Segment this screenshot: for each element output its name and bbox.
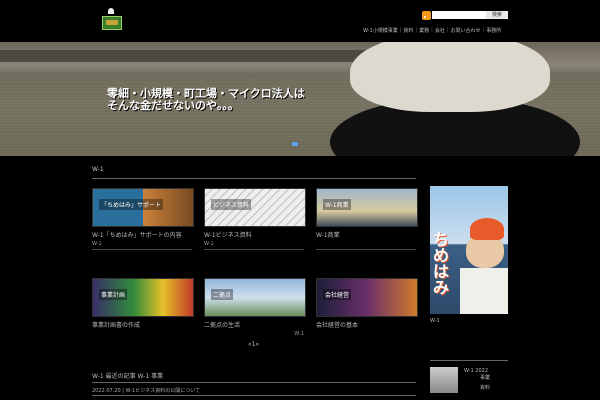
post-card[interactable]: 二拠点 二拠点の生活 W-1 bbox=[204, 278, 306, 337]
thumb-label: 「ちめはみ」サポート bbox=[99, 199, 164, 210]
card-rule bbox=[92, 249, 192, 250]
nav-separator: | bbox=[482, 27, 485, 33]
post-card[interactable]: ビジネス資料 W-1ビジネス資料 W-1 bbox=[204, 188, 306, 250]
nav-item[interactable]: 会社 bbox=[435, 27, 445, 35]
search-input[interactable] bbox=[432, 11, 488, 19]
post-title[interactable]: W-1商業 bbox=[316, 230, 416, 239]
hero-caption-line: そんな金だせないのや。。。 bbox=[107, 99, 239, 112]
post-thumbnail[interactable]: 二拠点 bbox=[204, 278, 306, 317]
logo-leaf bbox=[108, 8, 114, 14]
post-thumbnail[interactable]: 事業計画 bbox=[92, 278, 194, 317]
main-nav: W-1小規模事業 | 資料 | 業務 | 会社 | お問い合わせ | 事務所 bbox=[363, 27, 513, 35]
card-rule bbox=[316, 249, 416, 250]
logo-box bbox=[102, 16, 122, 30]
site-logo[interactable] bbox=[100, 8, 122, 32]
section-title: W-1 bbox=[92, 166, 104, 173]
post-title[interactable]: 事業計画書の作成 bbox=[92, 320, 192, 329]
nav-separator: | bbox=[415, 27, 418, 33]
sidebar-banner[interactable]: ちめはみ bbox=[430, 186, 508, 314]
sidebar-meta: W-1 bbox=[430, 318, 440, 324]
recent-post-date: 2022.07.20 bbox=[92, 388, 121, 394]
nav-item[interactable]: 業務 bbox=[419, 27, 429, 35]
post-thumbnail[interactable]: W-1商業 bbox=[316, 188, 418, 227]
sidebar-thumbnail[interactable] bbox=[430, 367, 458, 393]
slider-indicator[interactable] bbox=[292, 142, 298, 146]
section-rule bbox=[92, 178, 416, 179]
post-title[interactable]: W-1ビジネス資料 bbox=[204, 230, 304, 239]
post-card[interactable]: 事業計画 事業計画書の作成 bbox=[92, 278, 194, 329]
thumb-label: 事業計画 bbox=[99, 289, 128, 300]
post-meta: W-1 bbox=[92, 241, 102, 247]
hero-child-hat bbox=[350, 42, 550, 112]
post-title[interactable]: 会社経営の基本 bbox=[316, 320, 416, 329]
nav-item[interactable]: 事務所 bbox=[486, 27, 501, 35]
search-button[interactable]: 検索 bbox=[486, 11, 508, 19]
nav-separator: | bbox=[446, 27, 449, 33]
pagination[interactable]: «1» bbox=[248, 341, 259, 348]
banner-text: ちめはみ bbox=[433, 230, 450, 297]
recent-post-title[interactable]: W-1ビジネス資料の公開について bbox=[126, 388, 201, 394]
post-meta: W-1 bbox=[294, 331, 304, 337]
nav-item[interactable]: 資料 bbox=[403, 27, 413, 35]
post-card[interactable]: 「ちめはみ」サポート W-1「ちめはみ」サポートの内容 W-1 bbox=[92, 188, 194, 250]
nav-separator: | bbox=[431, 27, 433, 33]
post-thumbnail[interactable]: 「ちめはみ」サポート bbox=[92, 188, 194, 227]
nav-separator: | bbox=[399, 27, 402, 33]
thumb-label: ビジネス資料 bbox=[211, 199, 252, 210]
nav-item[interactable]: W-1小規模事業 bbox=[363, 27, 398, 35]
thumb-label: 会社経営 bbox=[323, 289, 352, 300]
recent-posts-rule bbox=[92, 395, 416, 396]
post-thumbnail[interactable]: 会社経営 bbox=[316, 278, 418, 317]
recent-posts-rule bbox=[92, 382, 416, 383]
post-title[interactable]: W-1「ちめはみ」サポートの内容 bbox=[92, 230, 192, 239]
banner-cap bbox=[470, 218, 504, 240]
post-title[interactable]: 二拠点の生活 bbox=[204, 320, 304, 329]
post-thumbnail[interactable]: ビジネス資料 bbox=[204, 188, 306, 227]
rss-icon[interactable] bbox=[422, 11, 431, 20]
hero-caption: 零細・小規模・町工場・マイクロ法人は そんな金だせないのや。。。 bbox=[107, 88, 337, 112]
nav-item[interactable]: お問い合わせ bbox=[451, 27, 481, 35]
recent-posts-title: W-1 最近の記事 W-1 事業 bbox=[92, 373, 164, 380]
post-card[interactable]: 会社経営 会社経営の基本 bbox=[316, 278, 418, 329]
post-meta: W-1 bbox=[204, 241, 214, 247]
thumb-label: W-1商業 bbox=[323, 199, 351, 210]
sidebar-rule bbox=[430, 360, 508, 361]
thumb-label: 二拠点 bbox=[211, 289, 234, 300]
post-card[interactable]: W-1商業 W-1商業 bbox=[316, 188, 418, 250]
card-rule bbox=[204, 249, 304, 250]
recent-post-row[interactable]: 2022.07.20 | W-1ビジネス資料の公開について bbox=[92, 387, 200, 394]
sidebar-recent-line: 資料 bbox=[480, 385, 491, 391]
sidebar-recent-line: 事業 bbox=[480, 375, 491, 381]
hero-bridge bbox=[0, 50, 380, 62]
post-meta bbox=[316, 241, 416, 247]
banner-shirt bbox=[460, 268, 508, 314]
